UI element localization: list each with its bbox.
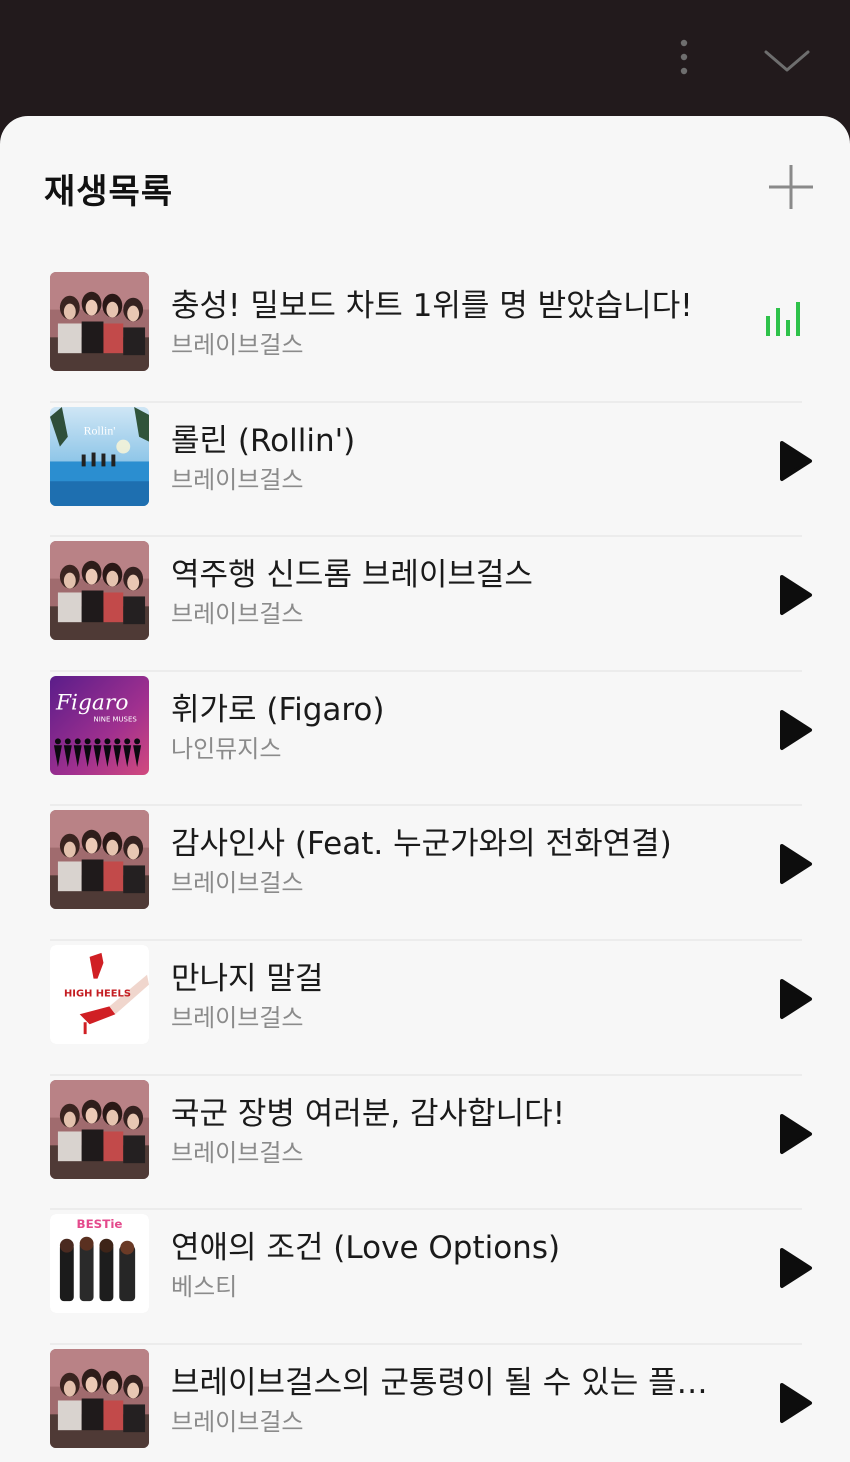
track-title: 만나지 말걸 <box>171 960 324 997</box>
track-title: 국군 장병 여러분, 감사합니다! <box>171 1095 566 1132</box>
playlist-track-row[interactable]: Figaro NINE MUSES 휘가로 (Figaro) 나인뮤지스 <box>0 672 850 807</box>
album-art <box>50 272 149 371</box>
album-art: HIGH HEELS <box>50 944 149 1044</box>
track-artist: 브레이브걸스 <box>171 869 304 898</box>
play-icon[interactable] <box>770 975 818 1023</box>
album-art <box>50 1079 149 1179</box>
album-art: BESTie <box>50 1214 149 1314</box>
playlist-track-row[interactable]: 감사인사 (Feat. 누군가와의 전화연결) 브레이브걸스 <box>0 806 850 941</box>
playlist-sheet: 재생목록 충성! 밀보드 차트 1위를 명 받았습니다! 브레이브걸스 Rollin… <box>0 116 850 1462</box>
svg-text:Figaro: Figaro <box>55 690 128 715</box>
playlist-title: 재생목록 <box>44 172 174 212</box>
track-title: 역주행 신드롬 브레이브걸스 <box>171 557 533 594</box>
album-art: Figaro NINE MUSES <box>50 675 149 775</box>
play-icon[interactable] <box>770 1110 818 1158</box>
track-title: 감사인사 (Feat. 누군가와의 전화연결) <box>171 826 672 863</box>
track-title: 연애의 조건 (Love Options) <box>171 1230 561 1267</box>
track-title: 휘가로 (Figaro) <box>171 691 385 728</box>
album-art <box>50 541 149 641</box>
track-title: 충성! 밀보드 차트 1위를 명 받았습니다! <box>171 288 693 324</box>
playlist-track-row[interactable]: 브레이브걸스의 군통령이 될 수 있는 플레... 브레이브걸스 <box>0 1345 850 1462</box>
svg-text:HIGH HEELS: HIGH HEELS <box>64 988 131 999</box>
track-artist: 나인뮤지스 <box>171 734 282 763</box>
now-playing-equalizer-icon <box>766 302 800 336</box>
chevron-down-icon[interactable] <box>760 40 814 80</box>
album-art <box>50 1348 149 1448</box>
track-artist: 베스티 <box>171 1273 238 1302</box>
play-icon[interactable] <box>770 840 818 888</box>
player-top-bar <box>0 0 850 118</box>
track-artist: 브레이브걸스 <box>171 1003 304 1032</box>
svg-text:Rollin': Rollin' <box>84 423 116 437</box>
svg-text:BESTie: BESTie <box>77 1217 123 1231</box>
track-title: 롤린 (Rollin') <box>171 422 356 459</box>
add-icon[interactable] <box>766 162 816 212</box>
playlist-track-row[interactable]: 국군 장병 여러분, 감사합니다! 브레이브걸스 <box>0 1076 850 1211</box>
playlist-track-row[interactable]: HIGH HEELS 만나지 말걸브레이브걸스 <box>0 941 850 1076</box>
playlist-track-row[interactable]: Rollin' 롤린 (Rollin') 브레이브걸스 <box>0 403 850 538</box>
more-options-icon[interactable] <box>668 36 700 80</box>
album-art <box>50 810 149 910</box>
play-icon[interactable] <box>770 706 818 754</box>
track-title: 브레이브걸스의 군통령이 될 수 있는 플레... <box>171 1364 711 1401</box>
track-artist: 브레이브걸스 <box>171 1407 304 1436</box>
play-icon[interactable] <box>770 1379 818 1427</box>
playlist-list: 충성! 밀보드 차트 1위를 명 받았습니다! 브레이브걸스 Rollin' 롤린 (… <box>0 268 850 1462</box>
svg-text:NINE MUSES: NINE MUSES <box>94 715 138 723</box>
play-icon[interactable] <box>770 1244 818 1292</box>
track-artist: 브레이브걸스 <box>171 1138 304 1167</box>
album-art: Rollin' <box>50 406 149 506</box>
track-artist: 브레이브걸스 <box>171 600 304 629</box>
track-artist: 브레이브걸스 <box>171 465 304 494</box>
play-icon[interactable] <box>770 571 818 619</box>
play-icon[interactable] <box>770 437 818 485</box>
playlist-track-row[interactable]: BESTie 연애의 조건 (Love Options) 베스티 <box>0 1210 850 1345</box>
track-artist: 브레이브걸스 <box>171 331 304 359</box>
playlist-track-row[interactable]: 충성! 밀보드 차트 1위를 명 받았습니다! 브레이브걸스 <box>0 268 850 403</box>
playlist-track-row[interactable]: 역주행 신드롬 브레이브걸스브레이브걸스 <box>0 537 850 672</box>
